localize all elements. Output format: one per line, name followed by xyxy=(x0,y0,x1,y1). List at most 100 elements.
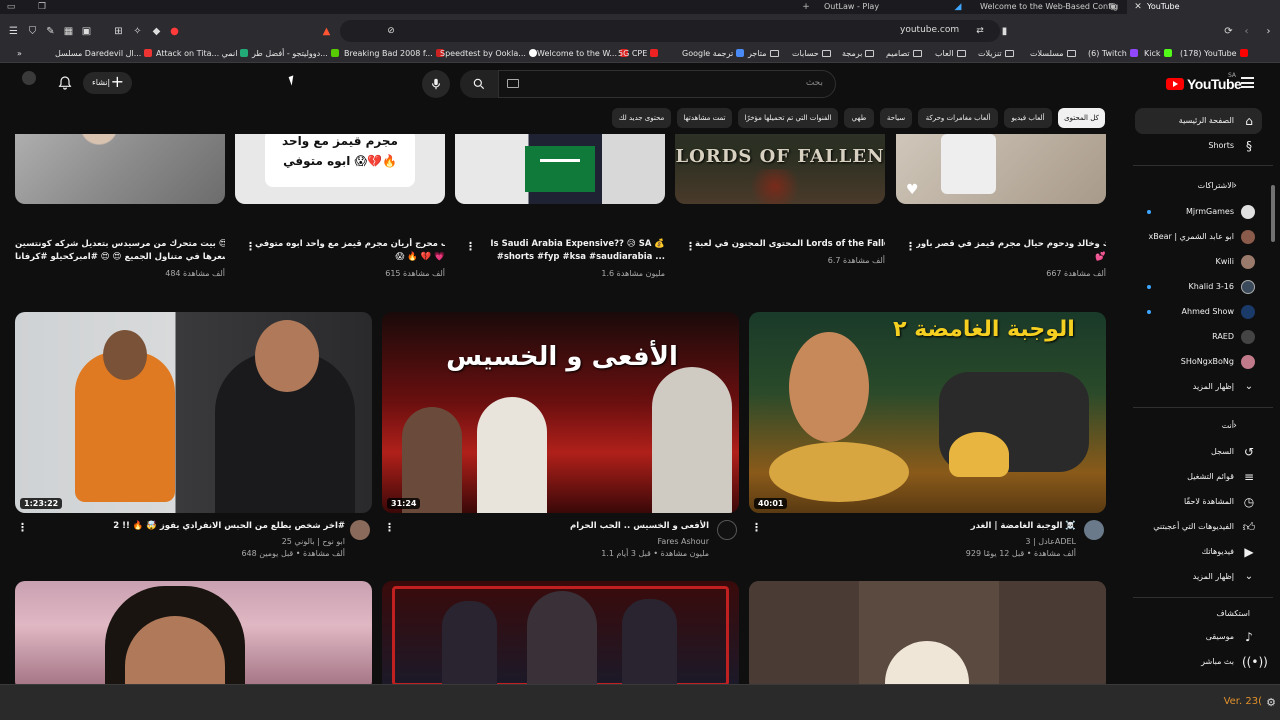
bookmark-folder-programming[interactable]: برمجة xyxy=(842,48,875,60)
channel-avatar[interactable] xyxy=(717,520,737,540)
more-options-icon[interactable]: ⋮ xyxy=(17,521,28,535)
tab-youtube[interactable]: YouTube xyxy=(1127,0,1280,14)
sidebar-item-subscription[interactable]: SHoNgxBoNg xyxy=(1135,349,1262,375)
bookmark-youtube[interactable]: (178) YouTube xyxy=(1180,48,1248,60)
video-title[interactable]: اخر شخص يطلع من الحبس الانفرادي يفوز 🤯 🔥… xyxy=(30,520,345,533)
sidebar-item-your-videos[interactable]: فيديوهاتك ▶ xyxy=(1135,539,1262,565)
chip-tourism[interactable]: سياحة xyxy=(880,108,912,128)
create-button[interactable]: إنشاء + xyxy=(83,72,132,94)
short-thumbnail[interactable]: LORDS OF FALLEN xyxy=(675,134,885,204)
bookmark-duolingo[interactable]: دووليتجو - أفضل طر... xyxy=(252,48,339,60)
channel-name[interactable]: ابو نوح | بالوني 25 xyxy=(30,536,345,547)
sidebar-scrollbar[interactable] xyxy=(1271,185,1275,242)
sidebar-item-subscription[interactable]: xBear | ابو عابد الشمري xyxy=(1135,224,1262,250)
diamond-icon[interactable]: ◆ xyxy=(150,25,163,38)
video-title[interactable]: الأفعى و الخسيس .. الحب الحرام xyxy=(397,520,709,533)
tab-web-config[interactable]: Welcome to the Web-Based Config xyxy=(980,0,1120,14)
notifications-bell-icon[interactable] xyxy=(57,75,73,91)
grid-icon[interactable]: ▦ xyxy=(62,25,75,38)
bookmark-icon[interactable]: ▮ xyxy=(998,25,1011,38)
address-bar[interactable]: ⊘ youtube.com ⇄ xyxy=(340,20,1000,42)
screenshot-icon[interactable]: ⊞ xyxy=(112,25,125,38)
reload-icon[interactable]: ⟳ xyxy=(1222,25,1235,38)
sidebar-item-subscription[interactable]: Kwili xyxy=(1135,249,1262,275)
account-avatar[interactable] xyxy=(22,71,36,85)
chip-all[interactable]: كل المحتوى xyxy=(1058,108,1105,128)
bookmark-5g-cpe[interactable]: 5G CPE xyxy=(618,48,659,60)
sidebar-item-playlists[interactable]: قوائم التشغيل ≡ xyxy=(1135,464,1262,490)
bookmark-daredevil[interactable]: مسلسل Daredevil ال... xyxy=(55,48,153,60)
short-thumbnail[interactable]: مجرم قيمز مع واحد ابوه متوفي 😱💔🔥 xyxy=(235,134,445,204)
shield-icon[interactable]: ⛉ xyxy=(26,25,39,38)
bookmark-welcome[interactable]: Welcome to the W... xyxy=(537,48,629,60)
sidebar-item-subscription[interactable]: RAED xyxy=(1135,324,1262,350)
video-thumbnail[interactable]: الأفعى و الخسيس 31:24 xyxy=(382,312,739,513)
voice-search-button[interactable] xyxy=(422,70,450,98)
search-input[interactable]: بحث xyxy=(498,70,836,98)
more-options-icon[interactable]: ⋮ xyxy=(685,240,696,254)
tabs-overview-icon[interactable]: ❐ xyxy=(36,1,48,13)
sidebar-item-subscription[interactable]: Khalid 3-16 xyxy=(1135,274,1262,300)
sidebar-item-watch-later[interactable]: المشاهدة لاحقًا ◷ xyxy=(1135,489,1262,515)
bookmark-google-translate[interactable]: Google ترجمة xyxy=(682,48,745,60)
gear-icon[interactable]: ⚙ xyxy=(1266,696,1276,709)
bookmark-kick[interactable]: Kick xyxy=(1144,48,1172,60)
video-thumbnail[interactable] xyxy=(382,581,739,684)
video-thumbnail[interactable]: 1:23:22 xyxy=(15,312,372,513)
more-options-icon[interactable]: ⋮ xyxy=(751,521,762,535)
more-options-icon[interactable]: ⋮ xyxy=(384,521,395,535)
sidebar-section-subscriptions[interactable]: الاشتراكات › xyxy=(1135,173,1262,199)
vpn-icon[interactable]: ▲ xyxy=(320,25,333,38)
chip-video-games[interactable]: ألعاب فيديو xyxy=(1004,108,1052,128)
bookmark-breaking-bad[interactable]: Breaking Bad 2008 f... xyxy=(344,48,444,60)
channel-avatar[interactable] xyxy=(1084,520,1104,540)
tab-outlaw[interactable]: OutLaw - Play xyxy=(824,0,944,14)
puzzle-icon[interactable]: ✧ xyxy=(131,25,144,38)
record-icon[interactable]: ● xyxy=(168,25,181,38)
sidebar-show-more[interactable]: إظهار المزيد ⌄ xyxy=(1135,374,1262,400)
short-title[interactable]: المحتوى المجنون في لعبة Lords of the Fal… xyxy=(695,238,885,251)
chip-watched[interactable]: تمت مشاهدتها xyxy=(677,108,732,128)
forward-icon[interactable]: › xyxy=(1262,25,1275,38)
short-thumbnail[interactable] xyxy=(455,134,665,204)
chip-cooking[interactable]: طهي xyxy=(844,108,874,128)
chip-recently-uploaded[interactable]: الفنوات التي تم تحميلها مؤخرًا xyxy=(738,108,838,128)
bookmarks-overflow-icon[interactable]: » xyxy=(17,48,22,60)
bookmark-folder-accounts[interactable]: حسابات xyxy=(792,48,831,60)
video-thumbnail[interactable]: الوجبة الغامضة ٢ 40:01 xyxy=(749,312,1106,513)
new-tab-icon[interactable]: + xyxy=(800,1,812,13)
more-options-icon[interactable]: ⋮ xyxy=(465,240,476,254)
short-thumbnail[interactable] xyxy=(15,134,225,204)
bookmark-twitch[interactable]: (6) Twitch xyxy=(1088,48,1138,60)
back-icon[interactable]: ‹ xyxy=(1240,25,1253,38)
channel-avatar[interactable] xyxy=(350,520,370,540)
video-thumbnail[interactable] xyxy=(15,581,372,684)
sidebar-item-home[interactable]: الصفحة الرئيسية ⌂ xyxy=(1135,108,1262,134)
bookmark-attack-on-titan[interactable]: Attack on Tita... انمي xyxy=(156,48,249,60)
bookmark-folder-designs[interactable]: تصاميم xyxy=(886,48,922,60)
guide-menu-icon[interactable] xyxy=(1241,77,1254,88)
video-thumbnail[interactable] xyxy=(749,581,1106,684)
close-tab-icon[interactable]: ✕ xyxy=(1132,1,1144,13)
sidebar-item-liked[interactable]: الفيديوهات التي أعجبتني 👍︎ xyxy=(1135,514,1262,540)
no-tracking-icon[interactable]: ⊘ xyxy=(385,25,397,37)
bookmark-folder-downloads[interactable]: تنزيلات xyxy=(978,48,1014,60)
channel-name[interactable]: Fares Ashour xyxy=(397,536,709,547)
bookmark-folder-series[interactable]: مسلسلات xyxy=(1030,48,1076,60)
short-title[interactable]: بيت متحرك من مرسيدس بتعديل شركه كونتسين … xyxy=(15,238,225,251)
short-title[interactable]: #shorts #fyp #ksa #saudiarabia ... xyxy=(475,251,665,264)
extension-icon[interactable]: ✎ xyxy=(44,25,57,38)
bookmark-folder-games[interactable]: العاب xyxy=(935,48,966,60)
channel-name[interactable]: عادل | 3ADEL xyxy=(764,536,1076,547)
video-title[interactable]: الوجبة الغامضة | الغدر ☠️ xyxy=(764,520,1076,533)
window-icon[interactable]: ▭ xyxy=(5,1,17,13)
site-settings-icon[interactable]: ⇄ xyxy=(974,25,986,37)
short-title[interactable]: سعرها في متناول الجميع 😍 😍 #امبرکحیلو #ک… xyxy=(15,251,225,264)
sidebar-item-shorts[interactable]: Shorts § xyxy=(1135,133,1262,159)
chip-new-to-you[interactable]: محتوى جديد لك xyxy=(612,108,671,128)
sidebar-item-music[interactable]: موسيقى ♪ xyxy=(1135,624,1262,650)
sidebar-show-more[interactable]: إظهار المزيد ⌄ xyxy=(1135,564,1262,590)
keyboard-icon[interactable] xyxy=(507,79,519,88)
sidebar-section-you[interactable]: أنت › xyxy=(1135,413,1262,439)
sidebar-item-live[interactable]: بث مباشر ((•)) xyxy=(1135,649,1268,675)
